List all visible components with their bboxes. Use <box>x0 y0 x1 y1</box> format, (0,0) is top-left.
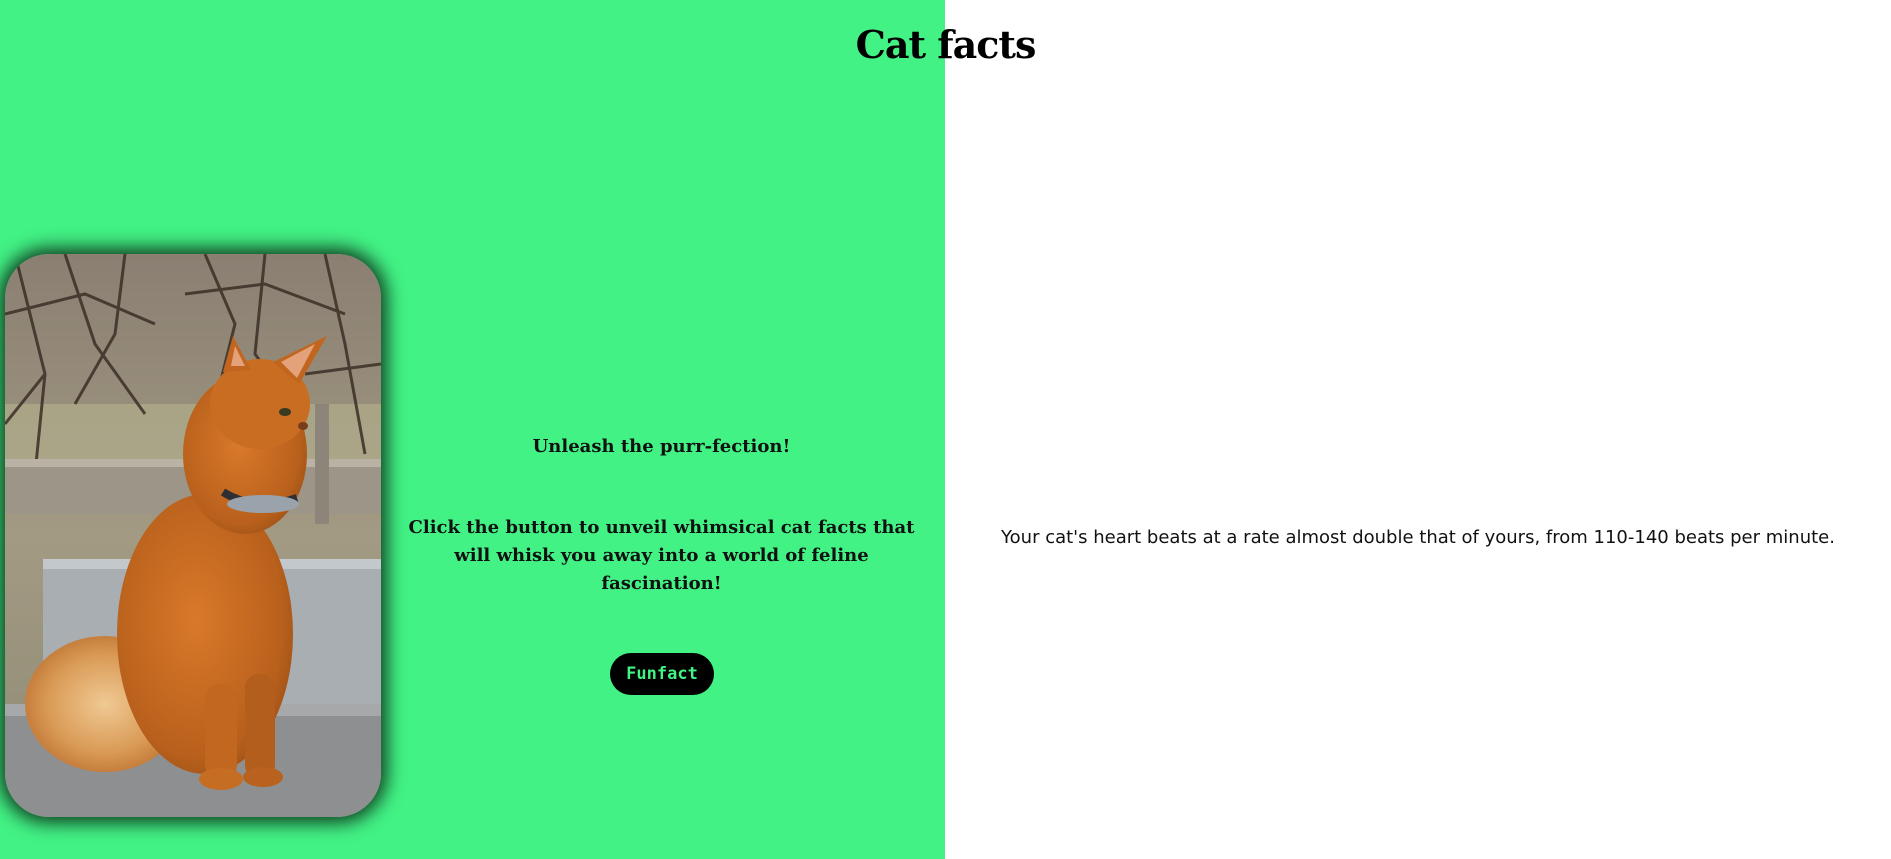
description: Click the button to unveil whimsical cat… <box>408 517 915 594</box>
tagline: Unleash the purr-fection! <box>532 436 791 457</box>
fact-text: Your cat's heart beats at a rate almost … <box>1001 527 1835 548</box>
right-panel <box>945 0 1891 859</box>
page-title: Cat facts <box>855 22 1037 67</box>
cat-photo <box>5 254 381 817</box>
funfact-button[interactable]: Funfact <box>610 653 714 695</box>
